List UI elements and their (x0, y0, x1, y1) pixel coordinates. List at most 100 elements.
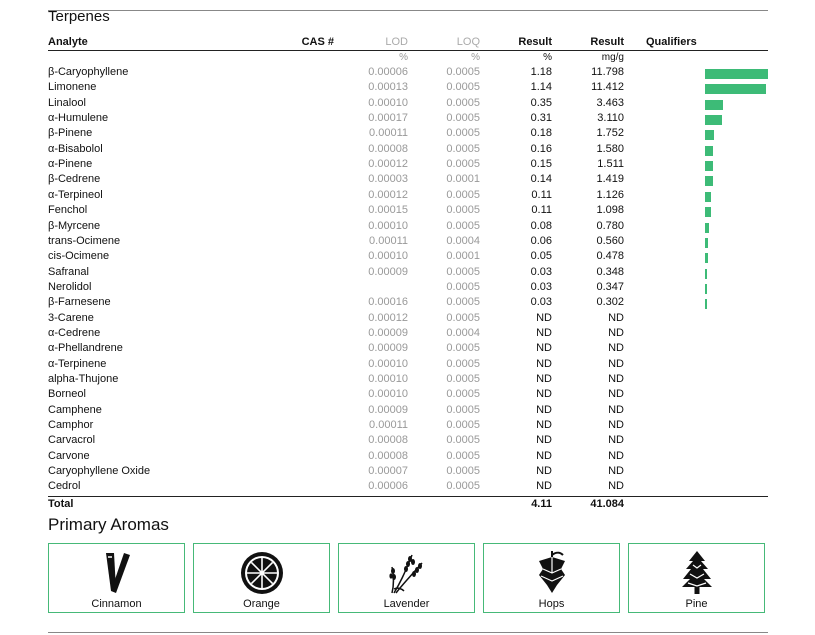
lod-value: 0.00010 (368, 388, 408, 401)
table-row: β-Cedrene 0.00003 0.0001 0.14 1.419 (48, 173, 768, 188)
result-bar (705, 191, 711, 202)
total-mg: 41.084 (590, 498, 624, 510)
table-row: α-Bisabolol 0.00008 0.0005 0.16 1.580 (48, 143, 768, 158)
result-pct-value: 0.11 (531, 204, 552, 217)
lod-value: 0.00012 (368, 188, 408, 201)
result-mg-value: 1.752 (596, 127, 624, 140)
unit-lod: % (399, 52, 408, 63)
result-bar (705, 84, 766, 95)
loq-value: 0.0005 (446, 81, 480, 94)
result-bar (705, 283, 707, 294)
unit-result-pct: % (543, 52, 552, 63)
result-bar (705, 130, 715, 141)
lod-value: 0.00010 (368, 373, 408, 385)
table-row: Borneol 0.00010 0.0005 ND ND (48, 388, 768, 403)
col-lod: LOD (385, 36, 408, 48)
result-mg-value: ND (608, 326, 624, 339)
table-row: Safranal 0.00009 0.0005 0.03 0.348 (48, 266, 768, 281)
analyte-name: β-Farnesene (48, 296, 111, 309)
lod-value: 0.00012 (368, 158, 408, 171)
unit-loq: % (471, 52, 480, 63)
result-mg-value: 0.302 (596, 296, 624, 309)
table-row: Linalool 0.00010 0.0005 0.35 3.463 (48, 97, 768, 112)
lod-value: 0.00012 (368, 311, 408, 324)
analyte-name: α-Cedrene (48, 326, 101, 339)
result-pct-value: ND (536, 388, 552, 401)
result-pct-value: 0.03 (530, 280, 552, 293)
result-pct-value: ND (536, 434, 552, 447)
result-pct-value: ND (536, 357, 552, 370)
aroma-label: Orange (243, 598, 280, 610)
analyte-name: alpha-Thujone (48, 373, 119, 385)
col-qualifiers: Qualifiers (646, 36, 697, 48)
result-bar (705, 299, 707, 310)
result-mg-value: ND (608, 434, 624, 447)
loq-value: 0.0005 (446, 112, 480, 125)
lod-value: 0.00017 (368, 112, 408, 125)
result-pct-value: ND (536, 480, 552, 493)
lod-value: 0.00010 (368, 96, 408, 109)
table-row: Limonene 0.00013 0.0005 1.14 11.412 (48, 81, 768, 96)
result-mg-value: 11.798 (591, 66, 624, 78)
loq-value: 0.0005 (446, 158, 480, 171)
lod-value: 0.00009 (368, 326, 408, 339)
result-pct-value: ND (536, 465, 552, 478)
result-mg-value: ND (608, 403, 624, 416)
analyte-name: β-Myrcene (48, 219, 101, 232)
result-mg-value: 3.110 (597, 112, 624, 125)
result-pct-value: ND (536, 449, 552, 462)
table-row: α-Phellandrene 0.00009 0.0005 ND ND (48, 342, 768, 357)
table-row: Carvone 0.00008 0.0005 ND ND (48, 450, 768, 465)
table-row: Caryophyllene Oxide 0.00007 0.0005 ND ND (48, 465, 768, 480)
analyte-name: Fenchol (48, 204, 88, 217)
table-row: trans-Ocimene 0.00011 0.0004 0.06 0.560 (48, 235, 768, 250)
total-pct: 4.11 (531, 498, 552, 510)
table-row: Carvacrol 0.00008 0.0005 ND ND (48, 434, 768, 449)
col-result-pct: Result (518, 36, 552, 48)
loq-value: 0.0005 (446, 96, 480, 109)
top-rule (48, 10, 768, 11)
pine-icon (681, 551, 712, 594)
loq-value: 0.0005 (446, 434, 480, 447)
table-row: Camphor 0.00011 0.0005 ND ND (48, 419, 768, 434)
analyte-name: trans-Ocimene (48, 234, 121, 247)
result-mg-value: 0.347 (596, 280, 624, 293)
result-mg-value: ND (608, 388, 624, 401)
bottom-rule (48, 632, 768, 633)
result-pct-value: 0.15 (530, 158, 552, 171)
table-row: α-Pinene 0.00012 0.0005 0.15 1.511 (48, 158, 768, 173)
result-mg-value: 0.478 (596, 250, 624, 263)
result-bar (705, 115, 722, 126)
lod-value: 0.00016 (368, 296, 408, 309)
lod-value: 0.00006 (368, 480, 408, 493)
aroma-card-cinnamon: Cinnamon (48, 543, 185, 613)
result-mg-value: 1.126 (596, 188, 624, 201)
aroma-card-orange: Orange (193, 543, 330, 613)
lavender-icon (388, 554, 423, 594)
result-bar (705, 69, 768, 79)
result-pct-value: ND (536, 373, 552, 385)
result-pct-value: ND (536, 419, 552, 432)
result-mg-value: 1.098 (596, 204, 624, 217)
analyte-name: Camphor (48, 419, 94, 432)
aroma-label: Pine (685, 598, 708, 610)
lod-value: 0.00010 (368, 219, 408, 232)
result-bar (705, 222, 710, 233)
result-bar (705, 99, 724, 110)
loq-value: 0.0005 (446, 127, 480, 140)
analyte-name: α-Pinene (48, 158, 93, 171)
lod-value: 0.00009 (368, 265, 408, 278)
analyte-name: α-Terpineol (48, 188, 103, 201)
result-mg-value: 1.511 (597, 158, 624, 171)
analyte-name: α-Humulene (48, 112, 109, 125)
analyte-name: α-Phellandrene (48, 342, 123, 355)
loq-value: 0.0005 (446, 388, 480, 401)
loq-value: 0.0005 (446, 342, 480, 355)
table-row: 3-Carene 0.00012 0.0005 ND ND (48, 312, 768, 327)
result-mg-value: ND (608, 419, 624, 432)
lod-value: 0.00010 (368, 357, 408, 370)
result-pct-value: 0.03 (530, 296, 552, 309)
loq-value: 0.0004 (446, 234, 480, 247)
result-pct-value: 0.06 (530, 234, 552, 247)
loq-value: 0.0005 (446, 311, 480, 324)
